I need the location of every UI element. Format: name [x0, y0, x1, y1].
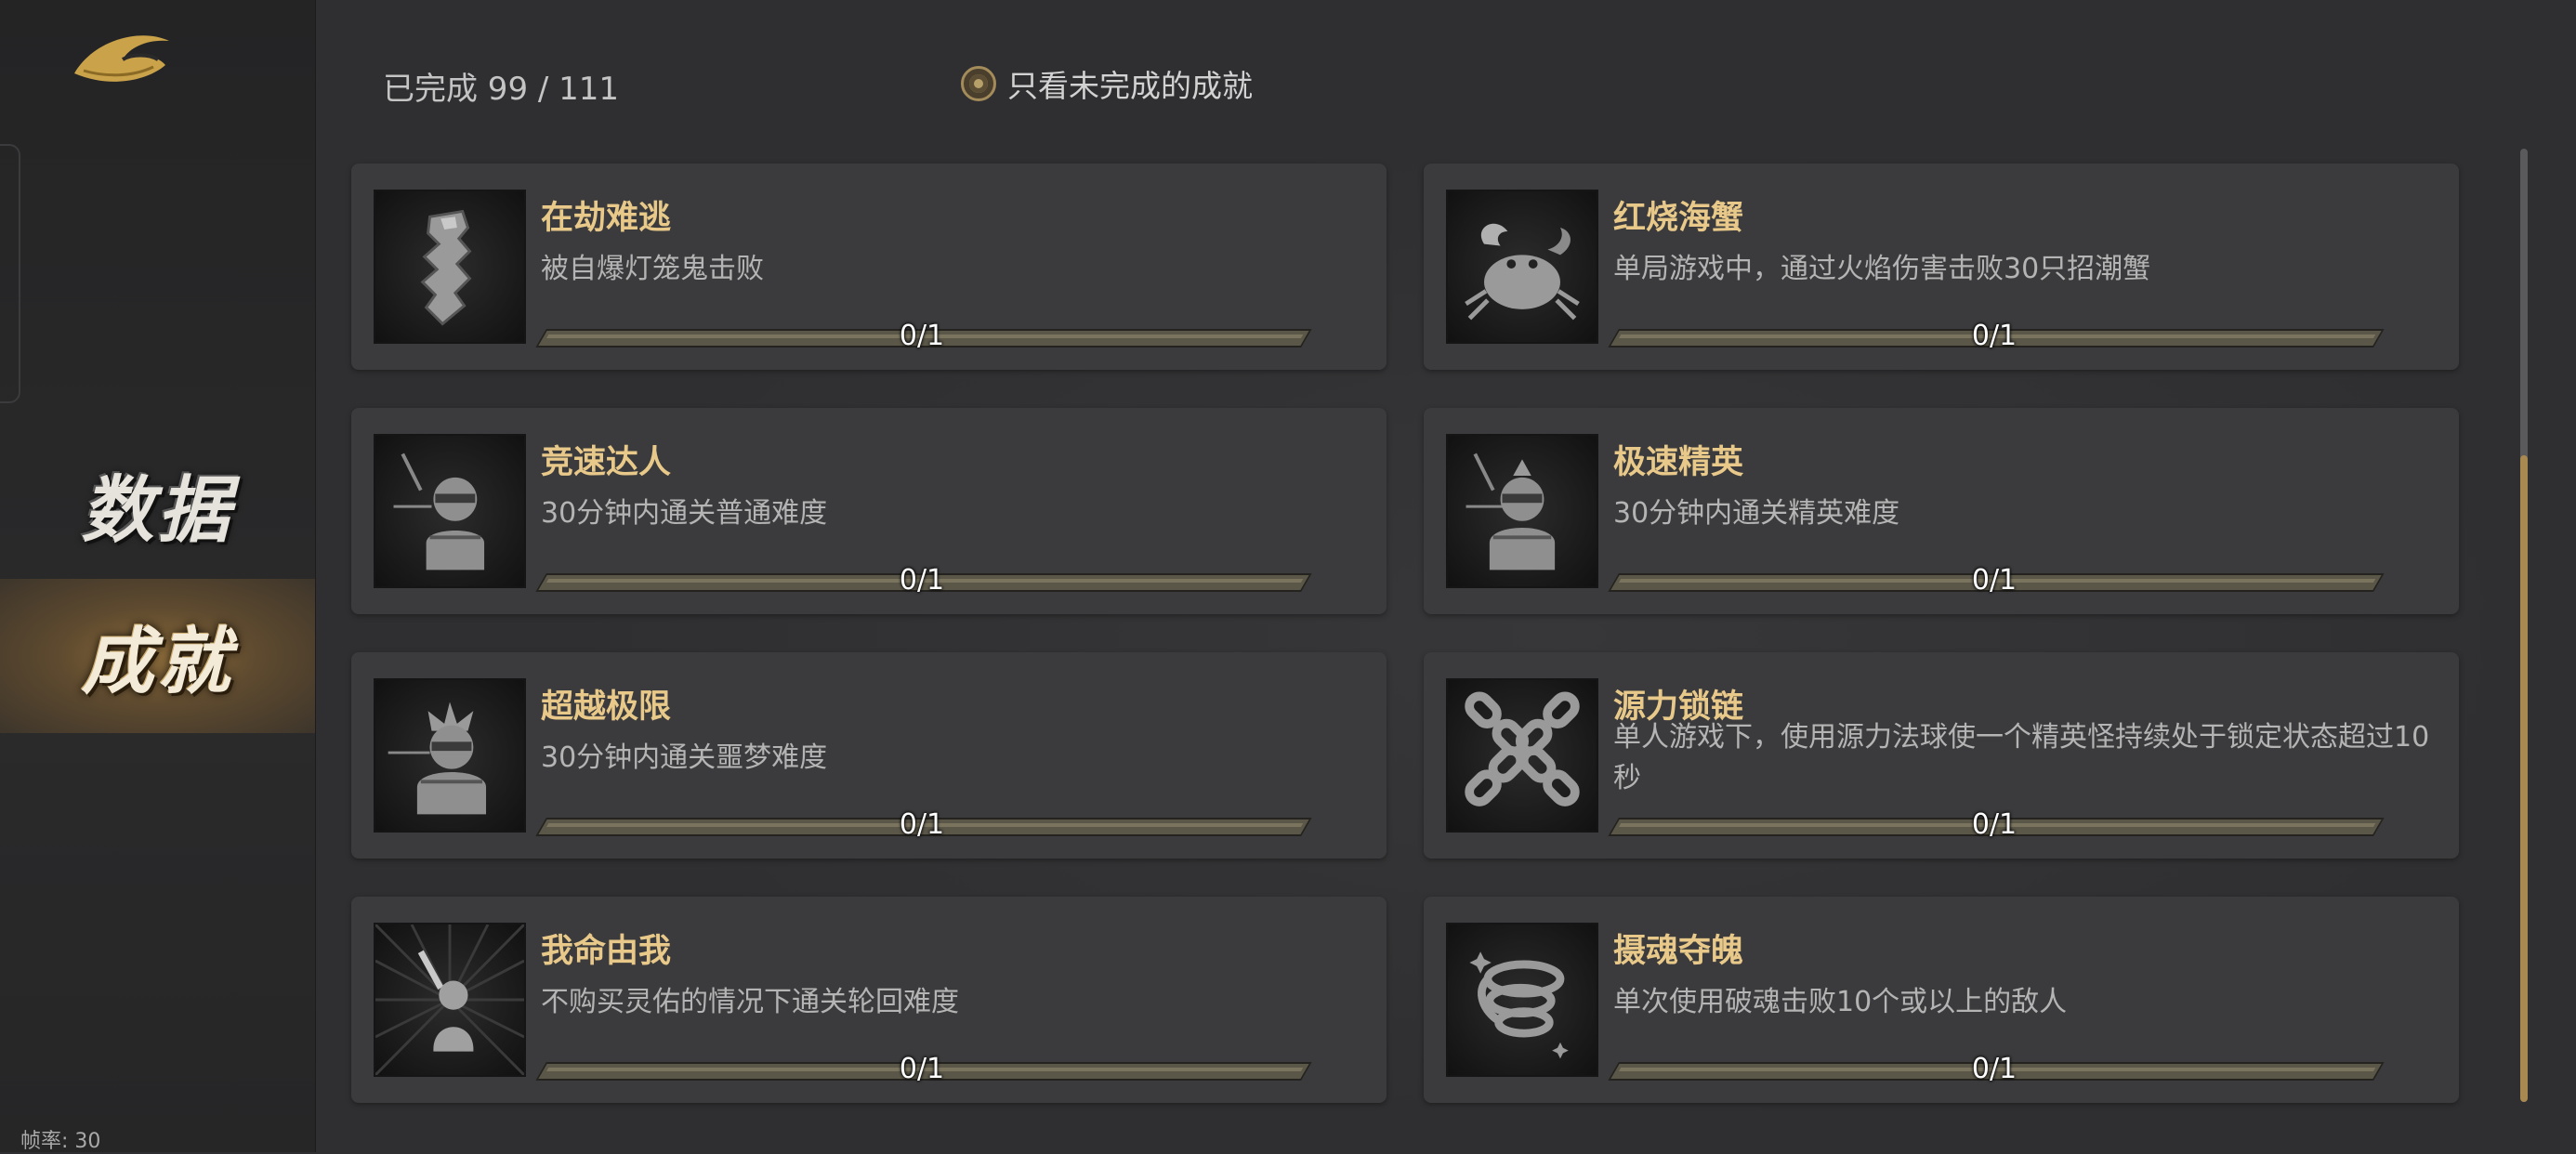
nav-item-achievements[interactable]: 成就 — [0, 579, 315, 733]
sidebar-handle[interactable] — [0, 144, 20, 403]
chain-icon — [1446, 678, 1598, 833]
speed-hero-icon — [374, 434, 526, 588]
achievement-title: 竞速达人 — [541, 444, 672, 481]
achievement-card[interactable]: 红烧海蟹 单局游戏中，通过火焰伤害击败30只招潮蟹 0/1 — [1424, 164, 2459, 370]
achievement-title: 我命由我 — [541, 933, 672, 970]
elite-hero-icon — [1446, 434, 1598, 588]
filter-radio-dot — [969, 74, 988, 93]
achievement-card[interactable]: 竞速达人 30分钟内通关普通难度 0/1 — [351, 408, 1387, 614]
achievement-card[interactable]: 在劫难逃 被自爆灯笼鬼击败 0/1 — [351, 164, 1387, 370]
achievement-desc: 单次使用破魂击败10个或以上的敌人 — [1613, 986, 2068, 1018]
progress-text: 0/1 — [899, 808, 945, 841]
progress-text: 0/1 — [1971, 808, 2017, 841]
achievement-desc: 30分钟内通关噩梦难度 — [541, 741, 828, 774]
filter-label: 只看未完成的成就 — [1007, 68, 1253, 104]
sword-figure-icon — [374, 923, 526, 1077]
achievement-desc: 不购买灵佑的情况下通关轮回难度 — [541, 986, 959, 1018]
completion-count: 已完成 99 / 111 — [383, 71, 620, 108]
crab-icon — [1446, 190, 1598, 344]
achievement-card[interactable]: 源力锁链 单人游戏下，使用源力法球使一个精英怪持续处于锁定状态超过10秒 0/1 — [1424, 652, 2459, 859]
logo — [65, 22, 177, 97]
sidebar: 数据 成就 帧率: 30 — [0, 0, 316, 1153]
progress-text: 0/1 — [1971, 320, 2017, 352]
achievement-title: 摄魂夺魄 — [1613, 933, 1744, 970]
achievement-desc: 被自爆灯笼鬼击败 — [541, 253, 764, 285]
filter-radio[interactable] — [961, 66, 996, 101]
progress-text: 0/1 — [1971, 1053, 2017, 1085]
achievement-card[interactable]: 摄魂夺魄 单次使用破魂击败10个或以上的敌人 0/1 — [1424, 897, 2459, 1103]
achievement-card[interactable]: 极速精英 30分钟内通关精英难度 0/1 — [1424, 408, 2459, 614]
achievement-card[interactable]: 超越极限 30分钟内通关噩梦难度 0/1 — [351, 652, 1387, 859]
soul-vortex-icon — [1446, 923, 1598, 1077]
achievement-desc: 单人游戏下，使用源力法球使一个精英怪持续处于锁定状态超过10秒 — [1613, 721, 2430, 794]
achievement-title: 超越极限 — [541, 688, 672, 726]
achievement-card[interactable]: 我命由我 不购买灵佑的情况下通关轮回难度 0/1 — [351, 897, 1387, 1103]
fps-counter: 帧率: 30 — [20, 1130, 101, 1153]
achievement-desc: 30分钟内通关精英难度 — [1613, 497, 1900, 530]
achievements-panel: 已完成 99 / 111 只看未完成的成就 在劫难逃 被自爆灯笼鬼击败 0/1 … — [316, 0, 2576, 1152]
achievement-desc: 单局游戏中，通过火焰伤害击败30只招潮蟹 — [1613, 253, 2151, 285]
incomplete-filter-toggle[interactable]: 只看未完成的成就 — [961, 61, 1253, 106]
nav-item-data[interactable]: 数据 — [0, 427, 315, 582]
achievement-title: 在劫难逃 — [541, 200, 672, 237]
progress-text: 0/1 — [899, 320, 945, 352]
progress-text: 0/1 — [899, 564, 945, 597]
progress-text: 0/1 — [1971, 564, 2017, 597]
achievement-title: 红烧海蟹 — [1613, 200, 1744, 237]
progress-text: 0/1 — [899, 1053, 945, 1085]
lantern-ghost-icon — [374, 190, 526, 344]
scrollbar[interactable] — [2520, 149, 2528, 1102]
achievement-title: 极速精英 — [1613, 444, 1744, 481]
nightmare-hero-icon — [374, 678, 526, 833]
scrollbar-thumb[interactable] — [2520, 455, 2528, 1102]
achievement-desc: 30分钟内通关普通难度 — [541, 497, 828, 530]
